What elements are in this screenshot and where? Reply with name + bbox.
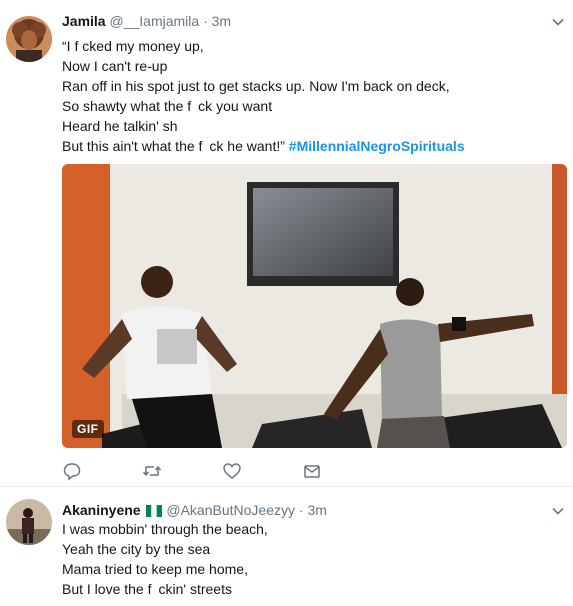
reply-icon[interactable] — [62, 461, 82, 481]
avatar[interactable] — [6, 499, 52, 545]
timestamp[interactable]: 3m — [212, 13, 231, 29]
tweet-line: But this ain't what the f ck he want!” — [62, 138, 285, 154]
tweet-text: I was mobbin' through the beach, Yeah th… — [62, 519, 268, 599]
gif-media[interactable]: GIF — [62, 164, 567, 448]
timestamp[interactable]: 3m — [307, 502, 326, 518]
tweet-line: “I f cked my money up, — [62, 38, 204, 54]
tweet-line: Ran off in his spot just to get stacks u… — [62, 78, 450, 94]
tweet-line: I was mobbin' through the beach, — [62, 521, 268, 537]
chevron-down-icon[interactable] — [552, 505, 564, 517]
tweet-header: Akaninyene @AkanButNoJeezyy · 3m — [62, 501, 327, 519]
tweet-line: Heard he talkin' sh — [62, 118, 178, 134]
tweet-line: Mama tried to keep me home, — [62, 561, 248, 577]
avatar[interactable] — [6, 16, 52, 62]
heart-icon[interactable] — [222, 461, 242, 481]
retweet-icon[interactable] — [142, 461, 162, 481]
separator-dot: · — [298, 502, 304, 518]
separator-dot: · — [203, 13, 208, 29]
nigeria-flag-icon — [146, 505, 163, 517]
user-handle[interactable]: @AkanButNoJeezyy — [166, 502, 295, 518]
tweet-line: Yeah the city by the sea — [62, 541, 211, 557]
tweet[interactable]: Akaninyene @AkanButNoJeezyy · 3m I was m… — [0, 487, 573, 606]
hashtag-link[interactable]: #MillennialNegroSpirituals — [289, 138, 465, 154]
user-handle[interactable]: @__Iamjamila — [109, 13, 199, 29]
tweet-header: Jamila @__Iamjamila · 3m — [62, 12, 231, 30]
tweet-line: So shawty what the f ck you want — [62, 98, 273, 114]
chevron-down-icon[interactable] — [552, 16, 564, 28]
tweet-line-with-hashtag: But this ain't what the f ck he want!” #… — [62, 136, 465, 156]
envelope-icon[interactable] — [302, 461, 322, 481]
tweet-text: “I f cked my money up, Now I can't re-up… — [62, 36, 465, 156]
display-name[interactable]: Jamila — [62, 13, 106, 29]
tweet-line: But I love the f ckin' streets — [62, 581, 232, 597]
gif-badge: GIF — [72, 420, 104, 438]
gif-image — [62, 164, 567, 448]
display-name[interactable]: Akaninyene — [62, 502, 141, 518]
tweet[interactable]: Jamila @__Iamjamila · 3m “I f cked my mo… — [0, 0, 573, 487]
tweet-line: Now I can't re-up — [62, 58, 168, 74]
